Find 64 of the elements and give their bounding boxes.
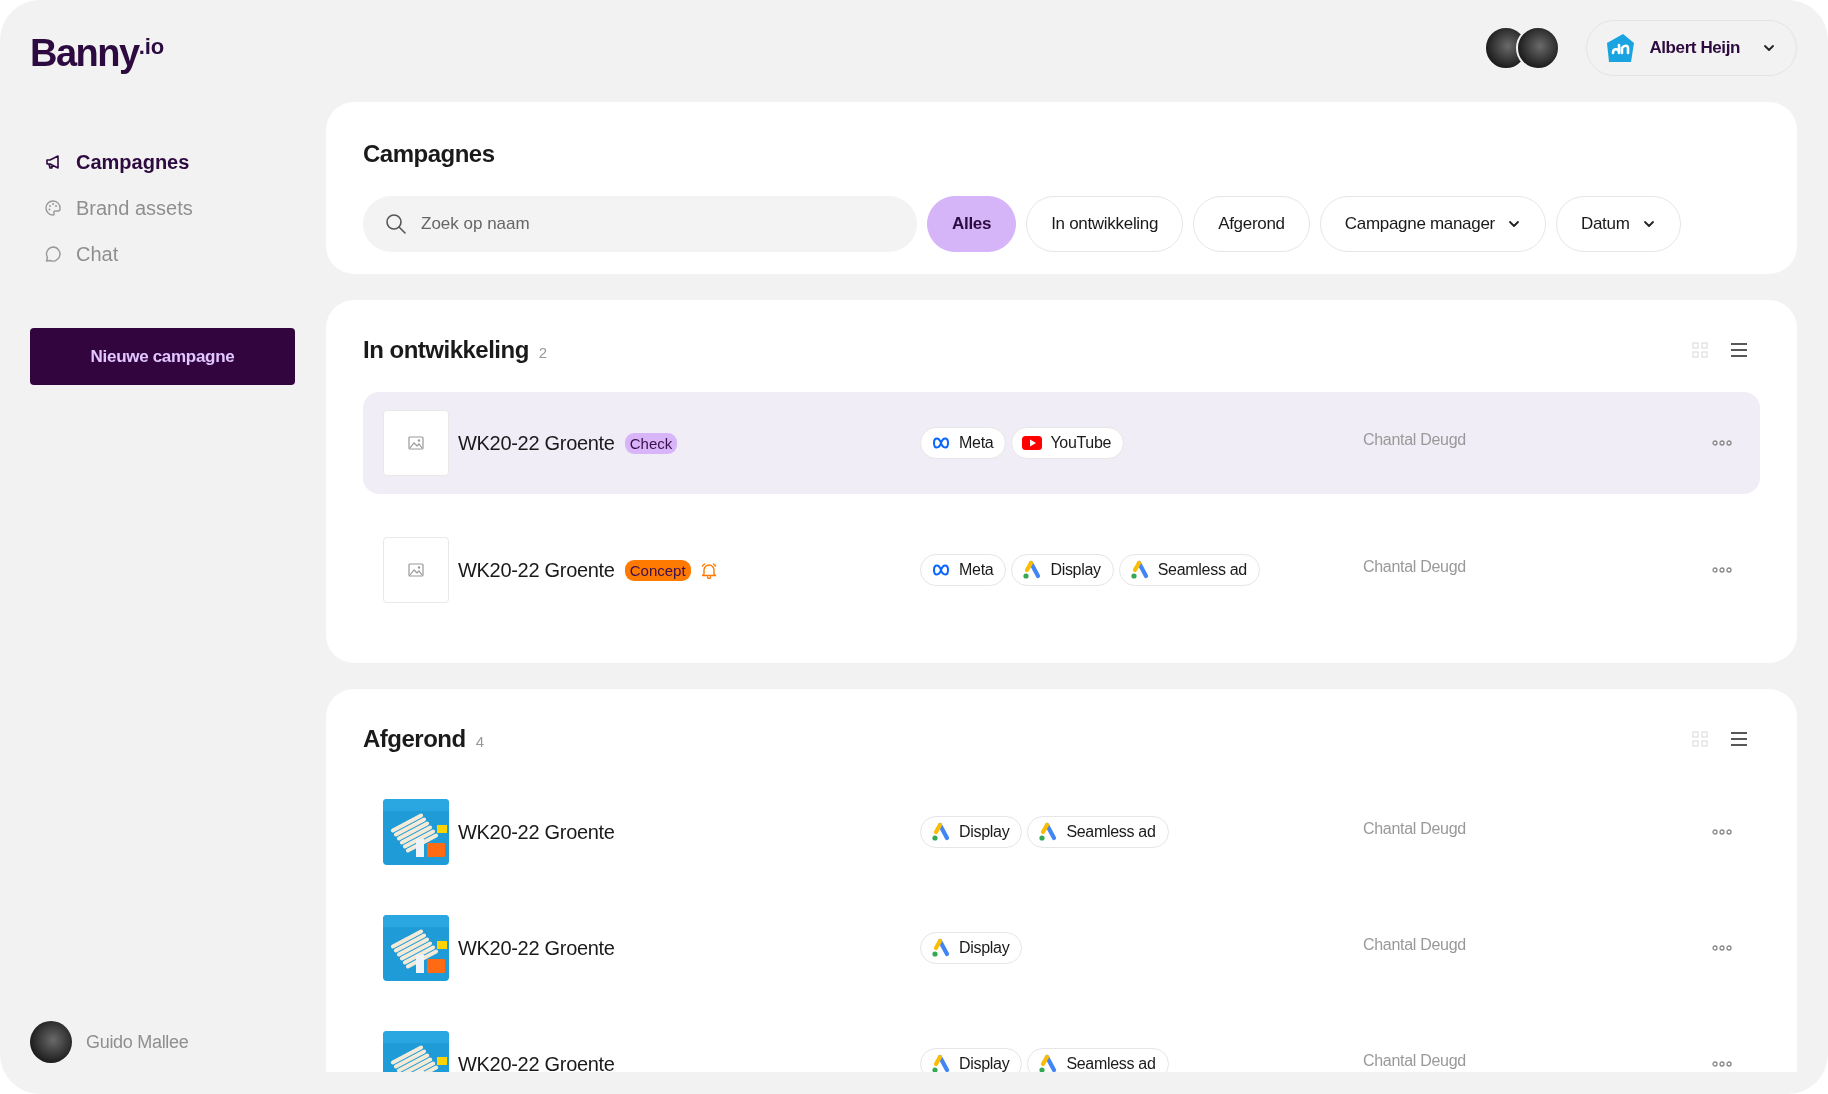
more-icon	[1712, 1061, 1732, 1067]
status-badge: Concept	[624, 559, 691, 581]
triangle-logo-icon	[931, 822, 951, 842]
filter-dropdown[interactable]: Campagne manager	[1319, 196, 1546, 252]
avatar	[30, 1021, 72, 1063]
section-title: In ontwikkeling	[363, 336, 529, 364]
more-icon	[1712, 440, 1732, 446]
search-field[interactable]: Zoek op naam	[363, 196, 917, 252]
campaign-row[interactable]: WK20-22 Groente Concept Meta Display Seamless ad Chantal Deugd	[363, 519, 1760, 621]
channel-tag: Display	[920, 816, 1023, 848]
channel-tag: Display	[920, 932, 1023, 964]
list-view-icon[interactable]	[1730, 731, 1748, 747]
campaign-name: WK20-22 Groente	[458, 820, 615, 844]
section-count: 4	[475, 733, 484, 750]
channel-tag: Meta	[920, 554, 1007, 586]
channel-tag: Seamless ad	[1027, 1048, 1169, 1072]
filter-chip[interactable]: In ontwikkeling	[1026, 196, 1184, 252]
channel-tag: Meta	[920, 427, 1007, 459]
filter-chip[interactable]: Afgerond	[1193, 196, 1310, 252]
section-count: 2	[538, 344, 548, 361]
section-title: Afgerond	[363, 725, 466, 753]
list-view-icon[interactable]	[1730, 342, 1748, 358]
owner-name: Chantal Deugd	[1363, 1052, 1467, 1070]
triangle-logo-icon	[1038, 1054, 1059, 1072]
triangle-logo-icon	[1129, 560, 1150, 580]
more-icon	[1712, 567, 1732, 573]
channel-tag: Display	[920, 1048, 1023, 1072]
triangle-logo-icon	[931, 1054, 951, 1072]
play-logo-icon	[1022, 433, 1043, 453]
search-icon	[385, 213, 407, 235]
sidebar-item[interactable]: Campagnes	[30, 142, 190, 182]
more-icon	[1712, 829, 1732, 835]
channel-tag: YouTube	[1011, 427, 1125, 459]
logo: Banny$^{.io}$	[30, 31, 165, 76]
channel-tag: Display	[1011, 554, 1114, 586]
triangle-logo-icon	[1038, 822, 1059, 842]
image-icon	[408, 563, 424, 577]
owner-name: Chantal Deugd	[1363, 820, 1467, 838]
megaphone-icon	[44, 153, 62, 171]
status-badge: Check	[624, 432, 678, 454]
channel-tag: Seamless ad	[1027, 816, 1169, 848]
palette-icon	[44, 199, 62, 217]
owner-name: Chantal Deugd	[1363, 558, 1467, 576]
triangle-logo-icon	[1022, 560, 1043, 580]
filter-chip[interactable]: Alles	[927, 196, 1017, 252]
page-title: Campagnes	[363, 140, 496, 168]
campaign-row[interactable]: WK20-22 Groente Display Seamless ad Chantal Deugd	[363, 1013, 1760, 1072]
new-campaign-button[interactable]: Nieuwe campagne	[30, 328, 295, 385]
campaign-row[interactable]: WK20-22 Groente Check Meta YouTube Chantal Deugd	[363, 392, 1760, 494]
owner-name: Chantal Deugd	[1363, 431, 1467, 449]
triangle-logo-icon	[931, 938, 951, 958]
owner-name: Chantal Deugd	[1363, 936, 1467, 954]
filter-dropdown[interactable]: Datum	[1555, 196, 1681, 252]
image-icon	[408, 436, 424, 450]
user-name: Guido Mallee	[86, 1031, 189, 1053]
campaign-name: WK20-22 Groente	[458, 431, 615, 455]
campaign-name: WK20-22 Groente	[458, 558, 615, 582]
campaign-name: WK20-22 Groente	[458, 936, 615, 960]
campaign-row[interactable]: WK20-22 Groente Display Seamless ad Chantal Deugd	[363, 781, 1760, 883]
more-icon	[1712, 945, 1732, 951]
campaign-row[interactable]: WK20-22 Groente Display Chantal Deugd	[363, 897, 1760, 999]
campaign-name: WK20-22 Groente	[458, 1052, 615, 1072]
chat-icon	[44, 245, 62, 263]
channel-tag: Seamless ad	[1118, 554, 1260, 586]
